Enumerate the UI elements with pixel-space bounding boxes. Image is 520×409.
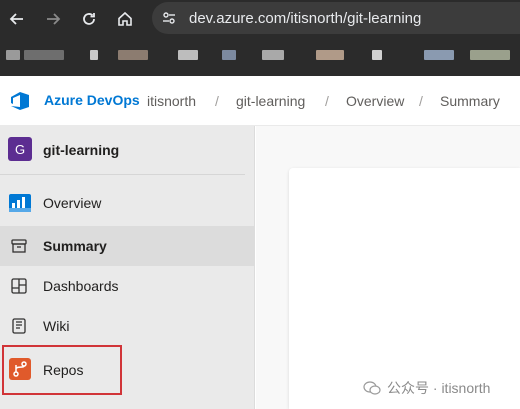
repos-highlight-box	[2, 345, 122, 395]
reload-button[interactable]	[78, 8, 100, 30]
wiki-icon	[12, 318, 26, 334]
sidebar-item-label: Dashboards	[43, 278, 119, 294]
arrow-left-icon	[9, 13, 23, 25]
sidebar-item-label: Summary	[43, 238, 107, 254]
watermark: 公众号 · itisnorth	[363, 378, 490, 398]
arrow-right-icon	[47, 13, 61, 25]
address-bar[interactable]: dev.azure.com/itisnorth/git-learning	[152, 2, 520, 34]
sidebar: G git-learning Overview Summary Dashboar…	[0, 126, 255, 409]
sidebar-item-label: Overview	[43, 195, 102, 211]
dashboards-icon	[11, 278, 27, 294]
forward-button[interactable]	[42, 8, 64, 30]
project-name: git-learning	[43, 142, 120, 158]
obscured-bookmark	[6, 50, 20, 60]
browser-toolbar: dev.azure.com/itisnorth/git-learning	[0, 0, 520, 38]
project-avatar: G	[8, 137, 32, 161]
wechat-icon	[363, 381, 381, 395]
breadcrumb-separator: /	[215, 93, 219, 109]
url-text: dev.azure.com/itisnorth/git-learning	[189, 10, 422, 27]
obscured-bookmark	[90, 50, 98, 60]
watermark-text: 公众号 · itisnorth	[387, 380, 491, 396]
sidebar-item-dashboards[interactable]: Dashboards	[0, 266, 255, 306]
project-header[interactable]: G git-learning	[0, 126, 255, 174]
sidebar-item-wiki[interactable]: Wiki	[0, 306, 255, 346]
sidebar-item-overview[interactable]: Overview	[0, 183, 255, 223]
divider	[0, 174, 245, 175]
breadcrumb-project[interactable]: git-learning	[236, 93, 305, 109]
sidebar-item-summary[interactable]: Summary	[0, 226, 255, 266]
overview-icon	[9, 194, 31, 212]
breadcrumb-overview[interactable]: Overview	[346, 93, 404, 109]
main-content	[256, 126, 520, 409]
obscured-bookmark	[24, 50, 64, 60]
brand-name[interactable]: Azure DevOps	[44, 92, 140, 108]
back-button[interactable]	[6, 8, 28, 30]
breadcrumb-summary[interactable]: Summary	[440, 93, 500, 109]
obscured-bookmark	[470, 50, 510, 60]
obscured-bookmark	[262, 50, 284, 60]
obscured-bookmark	[178, 50, 198, 60]
breadcrumb-separator: /	[419, 93, 423, 109]
site-settings-icon	[163, 12, 175, 24]
obscured-bookmark	[222, 50, 236, 60]
bookmarks-bar	[0, 38, 520, 76]
obscured-bookmark	[372, 50, 382, 60]
azure-devops-logo-icon[interactable]	[9, 90, 31, 112]
summary-icon	[11, 239, 27, 253]
home-icon	[118, 11, 132, 26]
reload-icon	[83, 13, 95, 25]
obscured-bookmark	[118, 50, 148, 60]
top-navigation: Azure DevOps itisnorth / git-learning / …	[0, 76, 520, 126]
obscured-bookmark	[316, 50, 344, 60]
obscured-bookmark	[424, 50, 454, 60]
sidebar-item-label: Wiki	[43, 318, 70, 334]
breadcrumb-organization[interactable]: itisnorth	[147, 93, 196, 109]
summary-card	[289, 168, 520, 409]
home-button[interactable]	[114, 8, 136, 30]
breadcrumb-separator: /	[325, 93, 329, 109]
